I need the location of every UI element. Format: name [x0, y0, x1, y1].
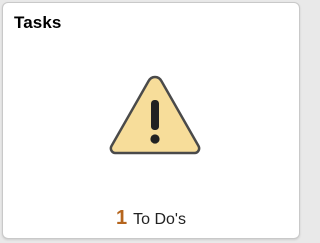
todo-counter: 1 To Do's [3, 207, 299, 230]
todo-count-label: To Do's [133, 211, 186, 228]
tasks-tile[interactable]: Tasks 1 To Do's [2, 2, 300, 239]
todo-count: 1 [116, 207, 128, 229]
tile-title: Tasks [14, 13, 62, 32]
warning-icon [109, 75, 201, 155]
